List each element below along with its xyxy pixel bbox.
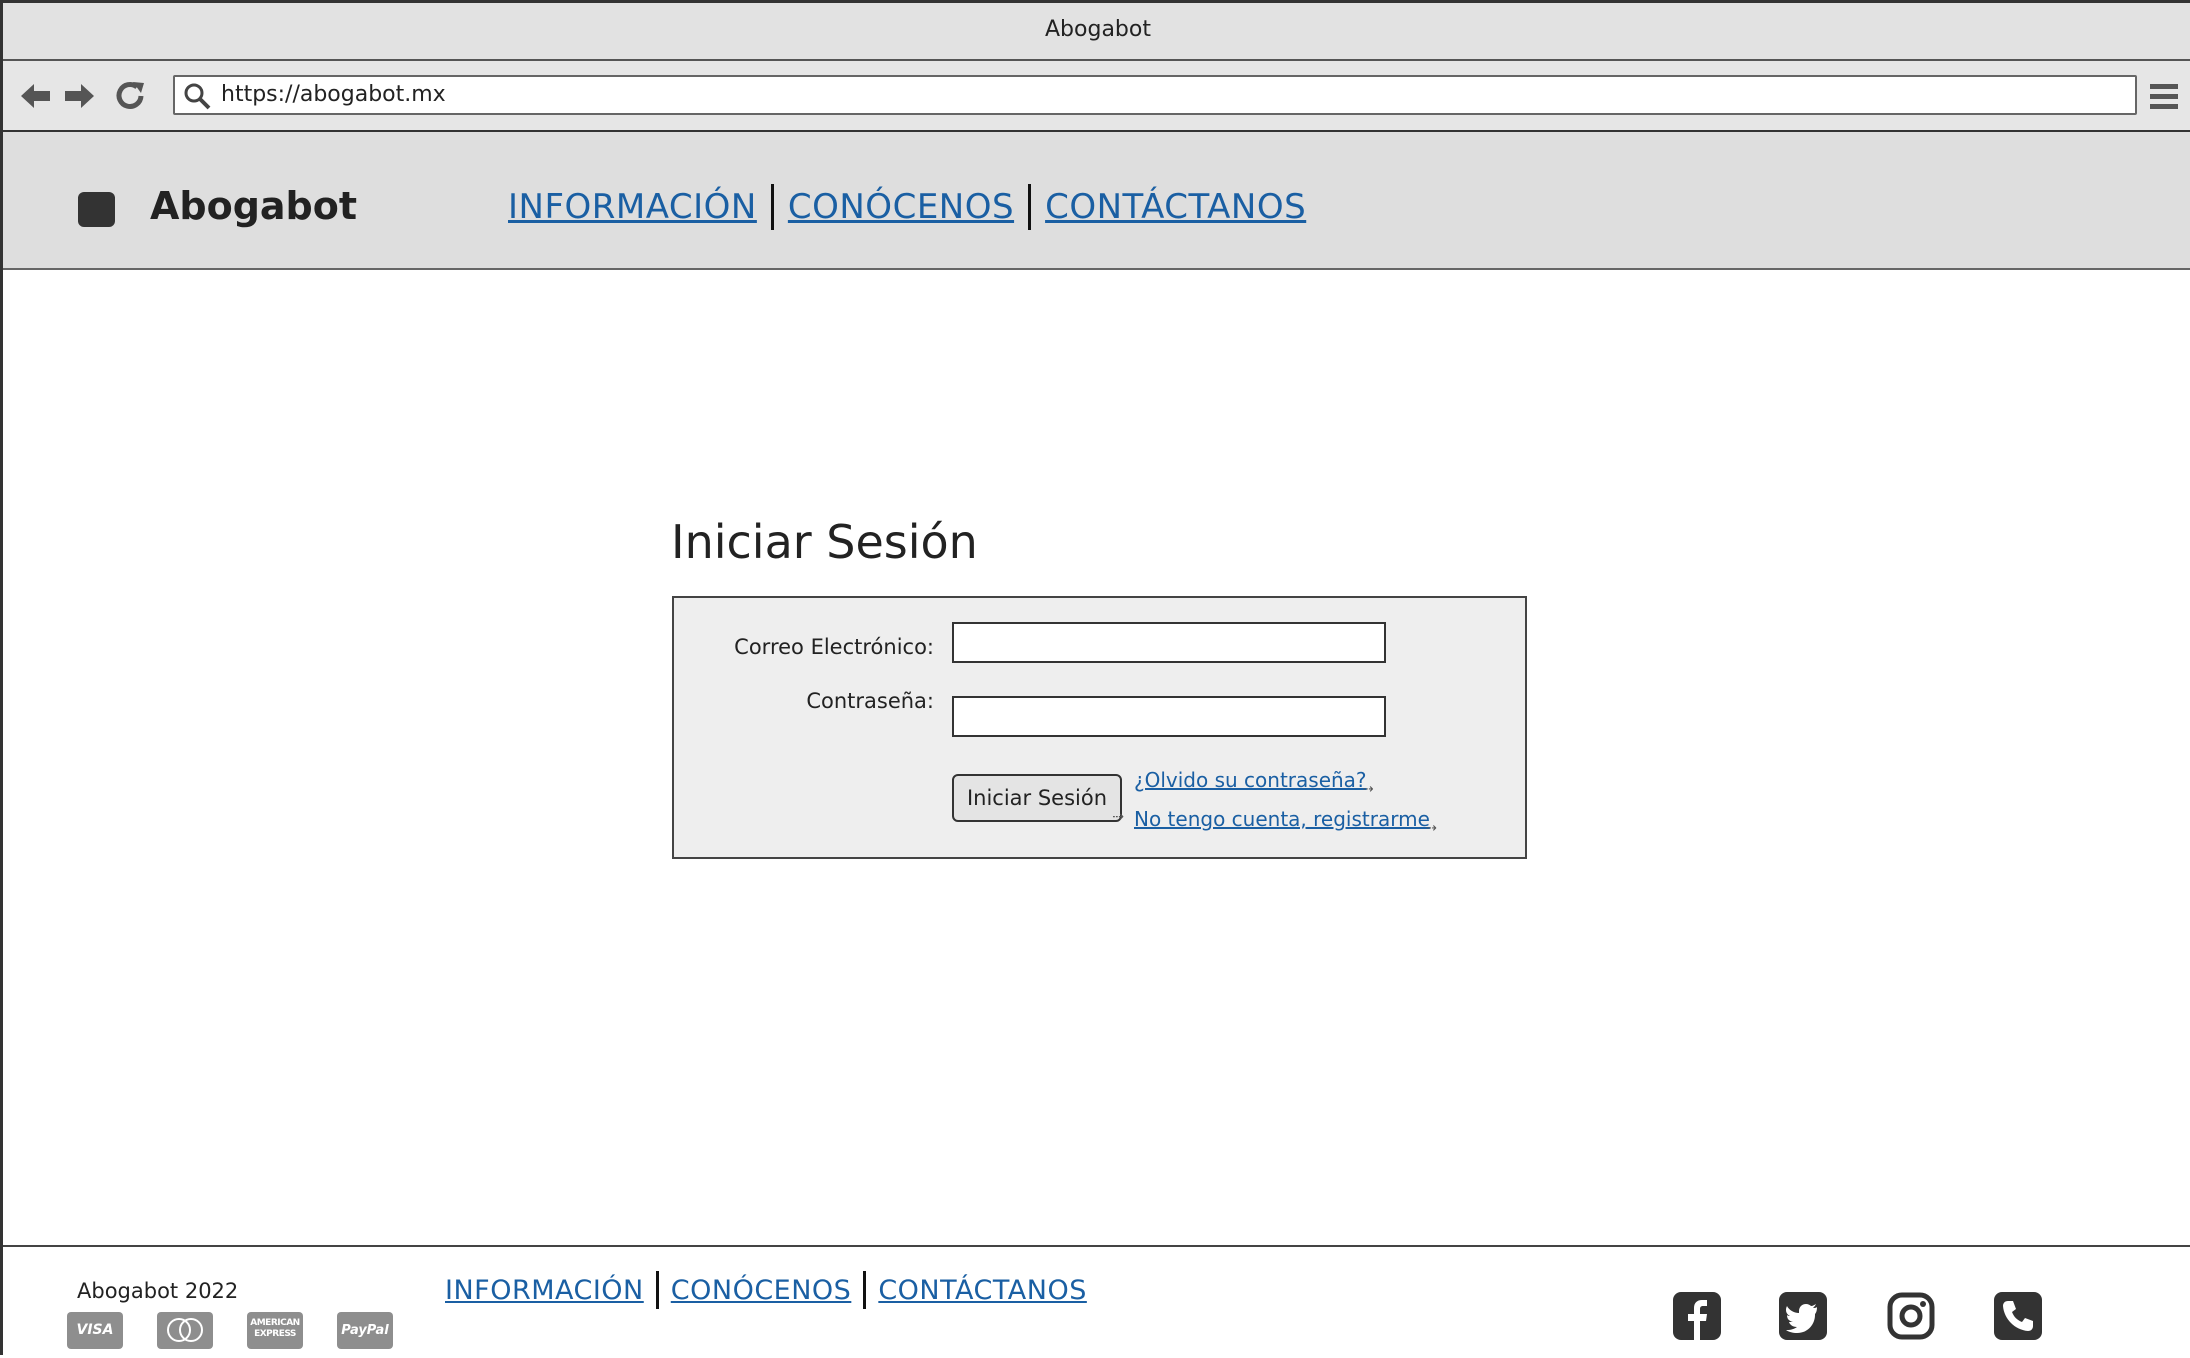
login-form: Correo Electrónico: Contraseña: Iniciar … bbox=[672, 596, 1527, 859]
paypal-icon: PayPal bbox=[337, 1312, 393, 1349]
nav-link-contactanos[interactable]: CONTÁCTANOS bbox=[1045, 187, 1306, 227]
brand-name[interactable]: Abogabot bbox=[150, 184, 357, 228]
link-arrow-icon: ⇢ bbox=[1425, 821, 1437, 836]
mastercard-icon bbox=[157, 1312, 213, 1349]
search-icon bbox=[181, 80, 213, 112]
footer-link-informacion[interactable]: INFORMACIÓN bbox=[445, 1275, 644, 1306]
nav-divider bbox=[770, 184, 774, 230]
instagram-icon[interactable] bbox=[1887, 1292, 1935, 1340]
back-arrow-icon[interactable] bbox=[17, 77, 55, 115]
link-arrow-icon: ⇢ bbox=[1112, 809, 1124, 825]
top-nav: INFORMACIÓN CONÓCENOS CONTÁCTANOS bbox=[508, 184, 1306, 230]
password-field[interactable] bbox=[952, 696, 1386, 737]
hamburger-menu-icon[interactable] bbox=[2149, 81, 2179, 113]
amex-icon: AMERICAN EXPRESS bbox=[247, 1312, 303, 1349]
email-label: Correo Electrónico: bbox=[734, 635, 934, 659]
facebook-icon[interactable] bbox=[1673, 1292, 1721, 1340]
page-title: Iniciar Sesión bbox=[671, 515, 978, 569]
copyright-text: Abogabot 2022 bbox=[77, 1279, 239, 1303]
nav-divider bbox=[1028, 184, 1032, 230]
nav-divider bbox=[655, 1271, 659, 1309]
url-text: https://abogabot.mx bbox=[221, 82, 446, 107]
window-title: Abogabot bbox=[3, 3, 2190, 61]
reload-icon[interactable] bbox=[111, 77, 149, 115]
logo-icon[interactable] bbox=[78, 192, 115, 227]
phone-icon[interactable] bbox=[1994, 1292, 2042, 1340]
browser-toolbar: https://abogabot.mx bbox=[3, 61, 2190, 132]
site-header: Abogabot INFORMACIÓN CONÓCENOS CONTÁCTAN… bbox=[3, 132, 2190, 270]
nav-link-conocenos[interactable]: CONÓCENOS bbox=[788, 187, 1014, 227]
login-button-label: Iniciar Sesión bbox=[966, 786, 1108, 810]
nav-divider bbox=[863, 1271, 867, 1309]
link-arrow-icon: ⇢ bbox=[1362, 782, 1374, 797]
register-link[interactable]: No tengo cuenta, registrarme⇢ bbox=[1134, 807, 1437, 836]
visa-icon: VISA bbox=[67, 1312, 123, 1349]
footer-nav: INFORMACIÓN CONÓCENOS CONTÁCTANOS bbox=[445, 1271, 1087, 1309]
forgot-password-label: ¿Olvido su contraseña? bbox=[1134, 768, 1367, 792]
register-label: No tengo cuenta, registrarme bbox=[1134, 807, 1430, 831]
password-label: Contraseña: bbox=[806, 689, 934, 713]
nav-link-informacion[interactable]: INFORMACIÓN bbox=[508, 187, 757, 227]
payment-methods: VISA AMERICAN EXPRESS PayPal bbox=[67, 1312, 393, 1349]
footer-link-contactanos[interactable]: CONTÁCTANOS bbox=[878, 1275, 1087, 1306]
forgot-password-link[interactable]: ¿Olvido su contraseña?⇢ bbox=[1134, 768, 1373, 797]
footer-link-conocenos[interactable]: CONÓCENOS bbox=[671, 1275, 852, 1306]
address-bar[interactable]: https://abogabot.mx bbox=[173, 75, 2137, 115]
email-field[interactable] bbox=[952, 622, 1386, 663]
forward-arrow-icon[interactable] bbox=[60, 77, 98, 115]
browser-window: Abogabot https://abogabot.mx Abogabot IN… bbox=[0, 0, 2190, 1358]
login-button[interactable]: Iniciar Sesión ⇢ bbox=[952, 774, 1124, 825]
site-footer: Abogabot 2022 VISA AMERICAN EXPRESS PayP… bbox=[3, 1245, 2190, 1358]
twitter-icon[interactable] bbox=[1779, 1292, 1827, 1340]
